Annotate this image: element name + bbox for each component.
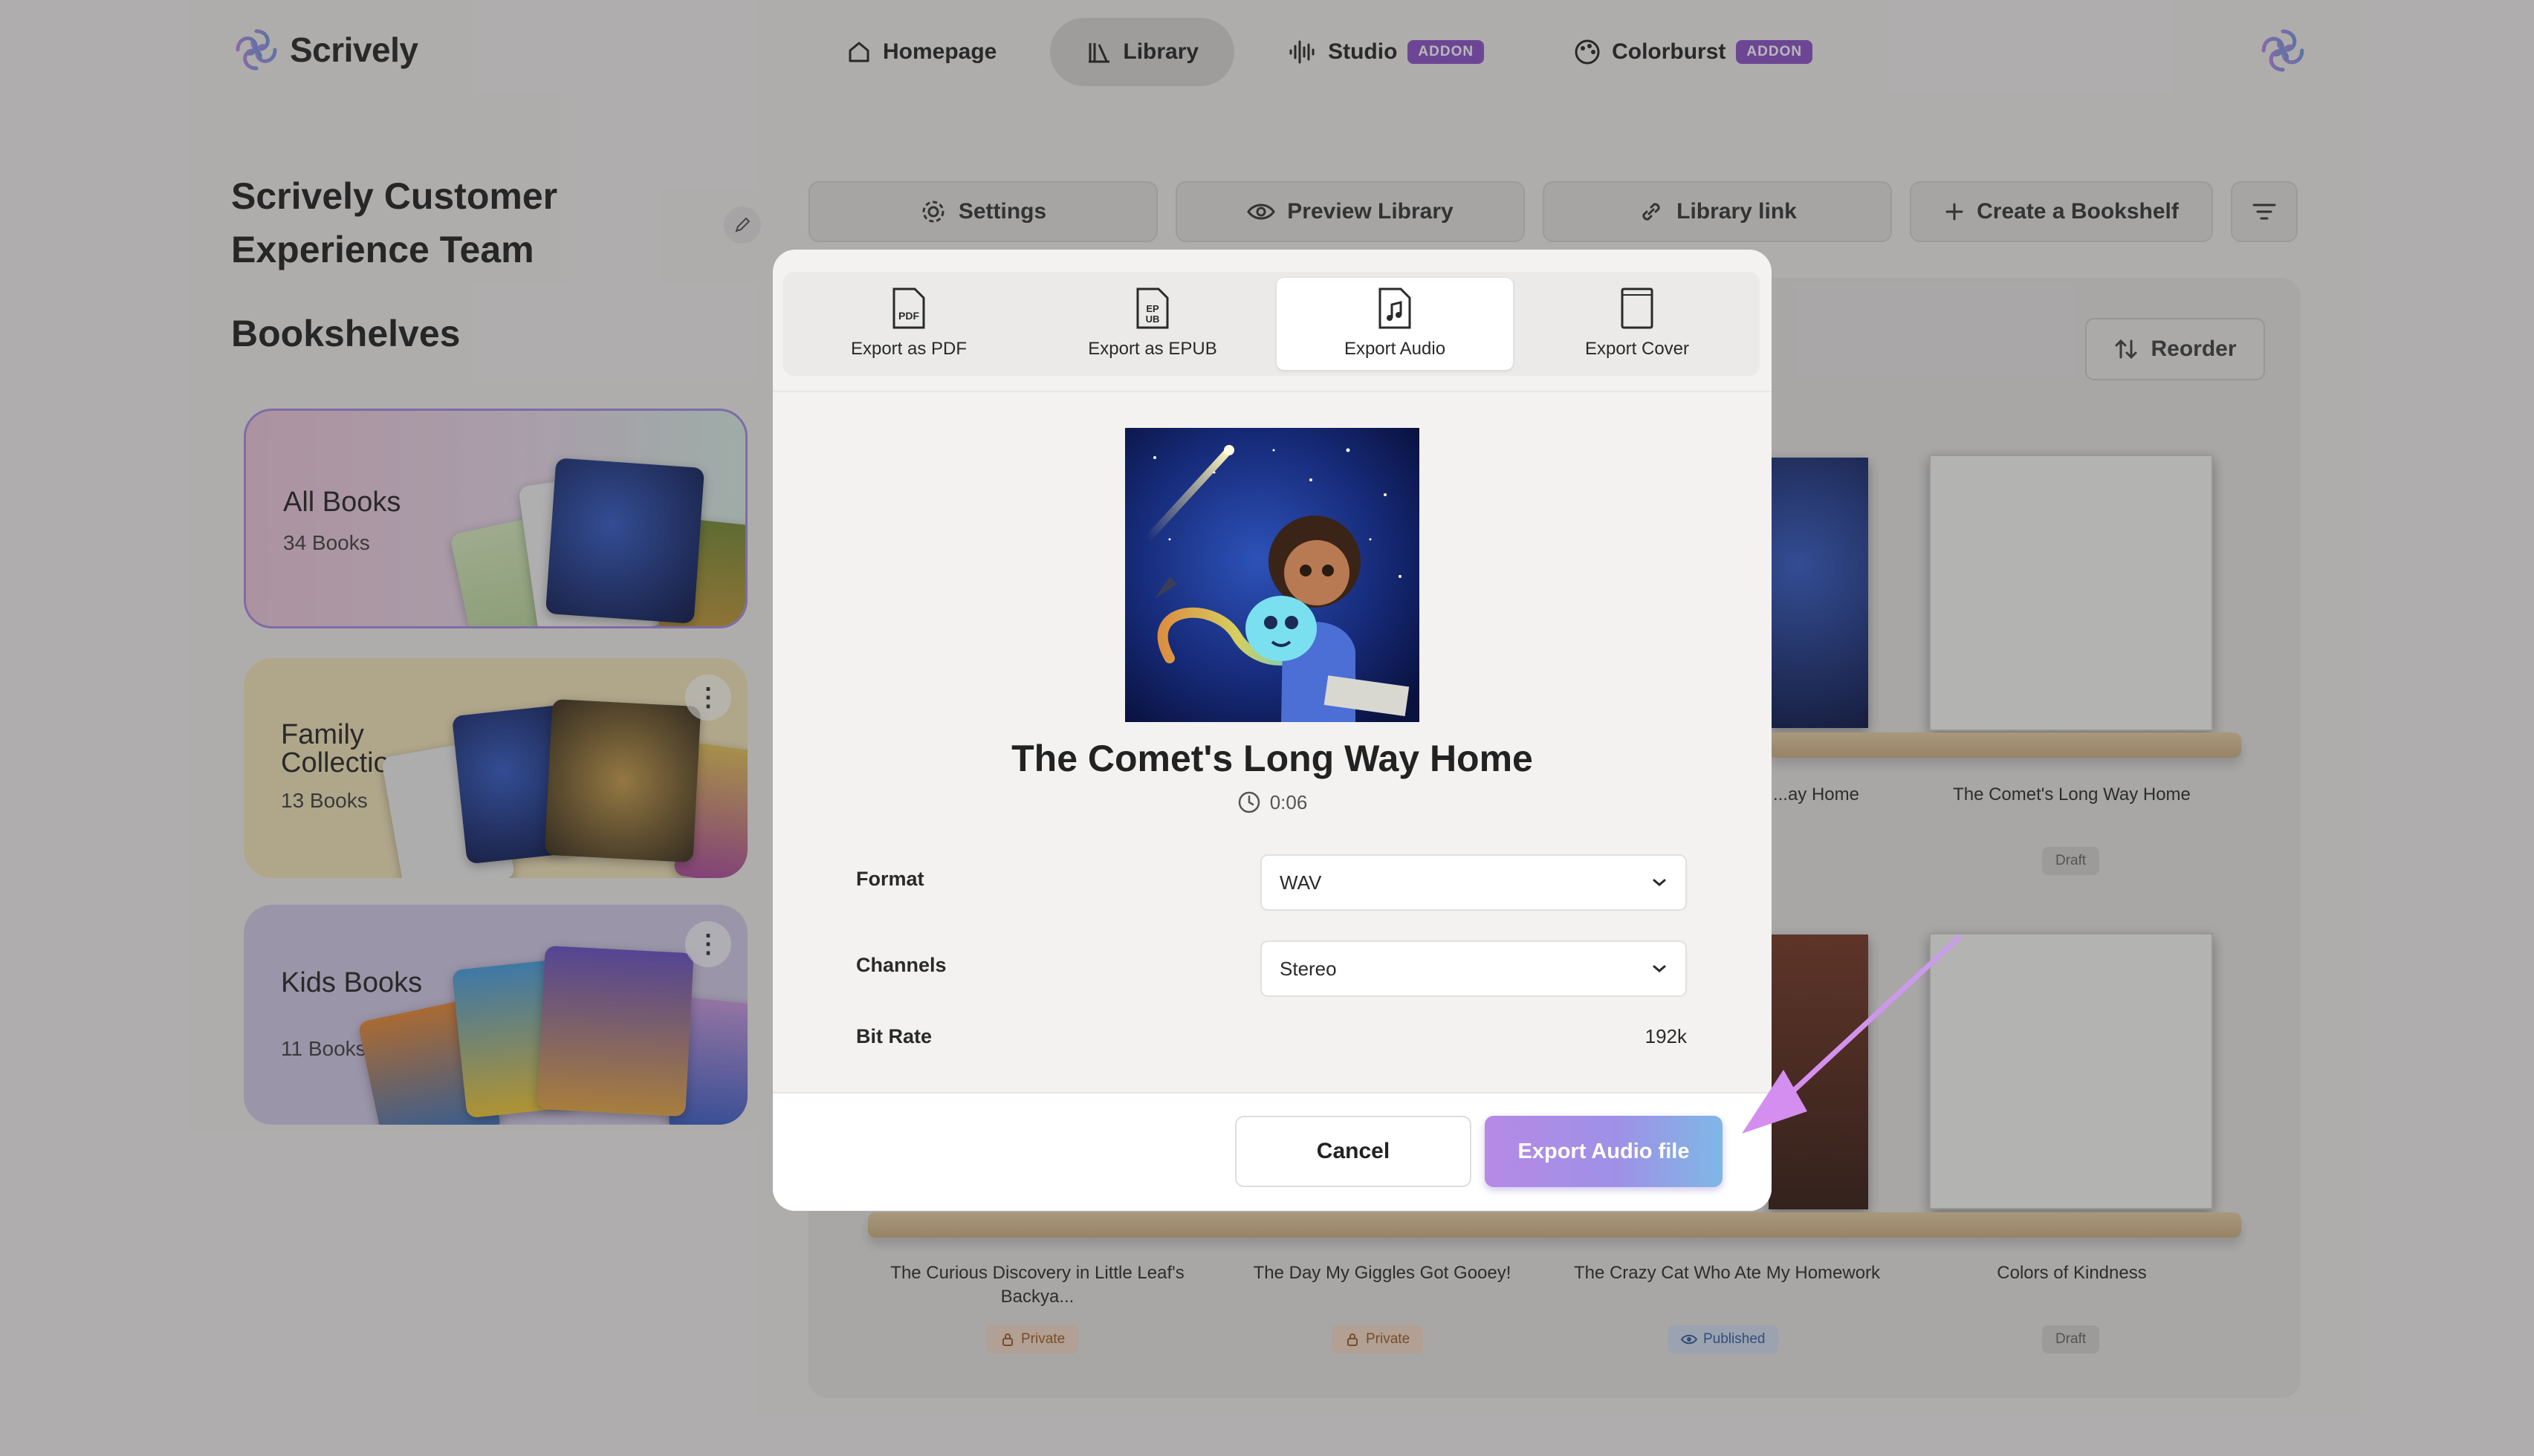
tab-export-pdf[interactable]: PDF Export as PDF [791, 278, 1027, 370]
channels-value: Stereo [1280, 957, 1337, 980]
cancel-button[interactable]: Cancel [1235, 1116, 1471, 1187]
tab-label: Export Audio [1344, 339, 1446, 359]
annotation-arrow-icon [1742, 935, 1962, 1134]
export-audio-button[interactable]: Export Audio file [1485, 1116, 1723, 1187]
epub-file-icon: EPUB [1136, 287, 1169, 329]
format-value: WAV [1280, 871, 1322, 894]
bitrate-label: Bit Rate [856, 1025, 933, 1047]
channels-select[interactable]: Stereo [1260, 940, 1687, 997]
tab-export-cover[interactable]: Export Cover [1519, 278, 1755, 370]
format-select[interactable]: WAV [1260, 854, 1687, 911]
book-cover-image [1125, 428, 1419, 722]
tab-label: Export as PDF [850, 339, 968, 359]
pdf-file-icon: PDF [892, 287, 925, 329]
export-tabs: PDF Export as PDF EP UB Export as EPUB Ex… [783, 272, 1760, 376]
chevron-down-icon [1653, 879, 1666, 886]
chevron-down-icon [1653, 965, 1666, 972]
tab-export-audio[interactable]: Export Audio [1277, 278, 1513, 370]
svg-text:UB: UB [1146, 313, 1160, 325]
tab-label: Export Cover [1584, 339, 1690, 359]
audio-file-icon [1378, 287, 1411, 329]
bitrate-value: 192k [1644, 1025, 1687, 1047]
export-modal: PDF Export as PDF EP UB Export as EPUB Ex… [773, 250, 1772, 1211]
svg-text:EP: EP [1146, 303, 1159, 314]
channels-label: Channels [856, 954, 947, 976]
audio-duration: 0:06 [773, 790, 1772, 814]
tab-export-epub[interactable]: EP UB Export as EPUB [1034, 278, 1271, 370]
book-title: The Comet's Long Way Home [1011, 738, 1533, 779]
tab-label: Export as EPUB [1088, 339, 1217, 359]
cover-file-icon [1621, 287, 1653, 329]
duration-value: 0:06 [1269, 790, 1308, 813]
clock-icon [1238, 791, 1260, 813]
svg-text:PDF: PDF [898, 310, 919, 322]
format-label: Format [856, 868, 924, 890]
